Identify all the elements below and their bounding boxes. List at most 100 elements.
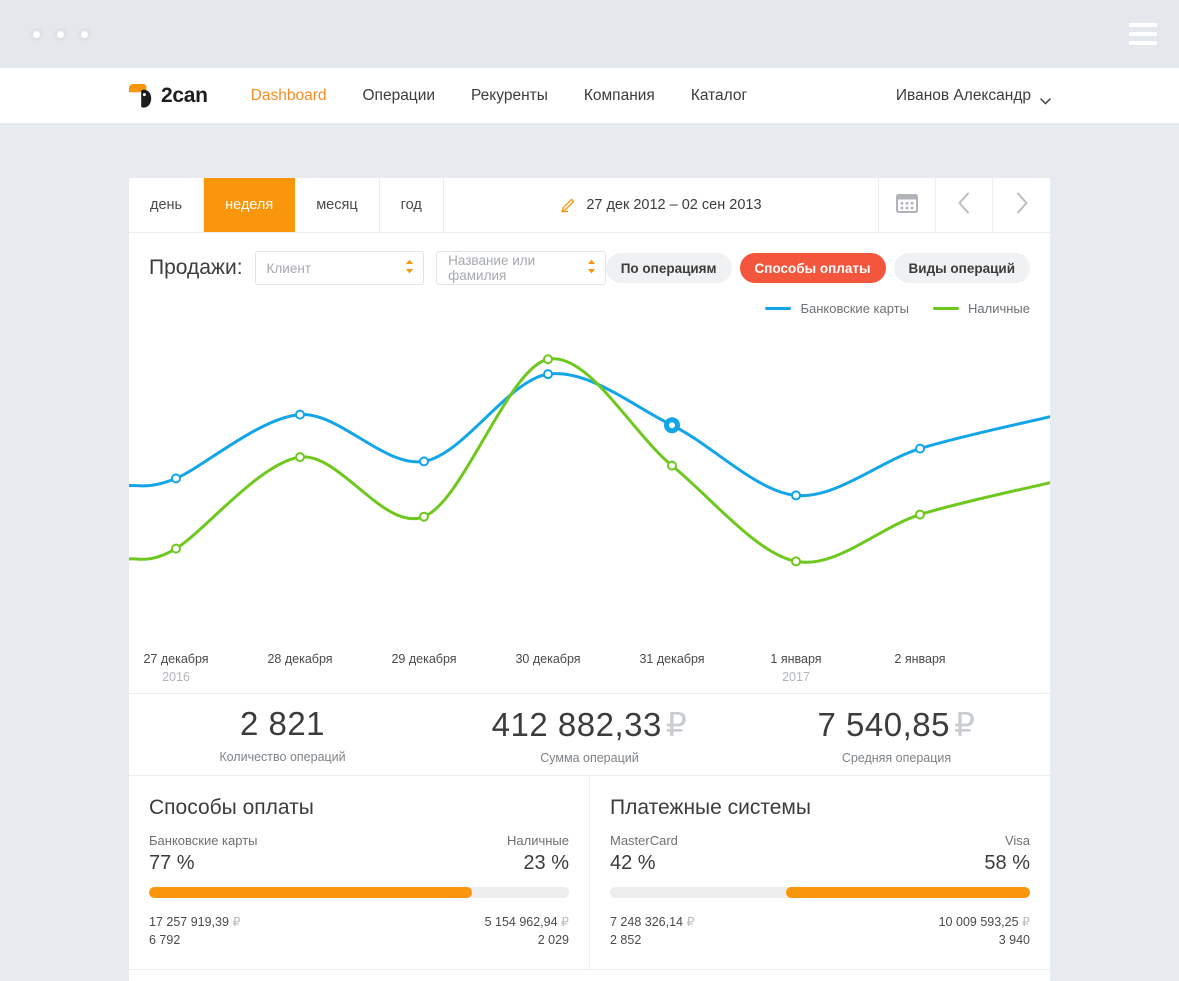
ruble-sign: ₽ — [665, 705, 688, 743]
chart-point[interactable] — [295, 452, 305, 463]
chart-point[interactable] — [171, 543, 181, 554]
stat-value: 412 882,33 ₽ — [491, 705, 688, 743]
chart-point[interactable] — [915, 509, 925, 520]
panel-count-line: 6 792 2 029 — [149, 933, 569, 947]
stat-label: Средняя операция — [841, 750, 952, 765]
stepper-arrows-icon — [587, 259, 596, 277]
chart-point[interactable] — [419, 511, 429, 522]
x-axis-tick: 30 декабря — [515, 652, 580, 666]
panel-right-count: 2 029 — [537, 933, 569, 947]
panel-left-count: 6 792 — [149, 933, 181, 947]
panel-amount-line: 17 257 919,39 ₽ 5 154 962,94 ₽ — [149, 914, 569, 929]
nav-link-recurrents[interactable]: Рекуренты — [471, 87, 548, 105]
nav-link-dashboard[interactable]: Dashboard — [251, 87, 327, 105]
panel-left-caption: MasterCard — [610, 833, 678, 848]
legend-swatch-cash — [933, 307, 959, 310]
sales-line-chart — [129, 316, 1050, 646]
stat-label: Сумма операций — [540, 750, 639, 765]
chart-point[interactable] — [791, 490, 801, 501]
calendar-icon — [896, 192, 918, 218]
chevron-right-icon — [1015, 192, 1029, 219]
summary-stats: 2 821 Количество операций 412 882,33 ₽ Су… — [129, 694, 1050, 776]
panel-right-amount: 10 009 593,25 ₽ — [938, 915, 1030, 929]
hamburger-bar — [1129, 32, 1157, 36]
legend-item-cash[interactable]: Наличные — [933, 301, 1030, 316]
pill-by-operations[interactable]: По операциям — [605, 253, 732, 283]
panel-percents: 42 % 58 % — [610, 848, 1030, 875]
prev-period-button[interactable] — [936, 178, 993, 232]
x-axis-tick-year: 2017 — [782, 670, 810, 684]
next-period-button[interactable] — [993, 178, 1050, 232]
panel-progress-bar — [149, 887, 569, 898]
window-dot-close[interactable] — [30, 28, 43, 41]
window-dot-maximize[interactable] — [78, 28, 91, 41]
chart-point[interactable] — [543, 369, 553, 380]
x-axis-tick-year: 2016 — [162, 670, 190, 684]
app-window: 2can Dashboard Операции Рекуренты Компан… — [0, 0, 1179, 981]
date-range-text: 27 дек 2012 – 02 сен 2013 — [586, 197, 762, 213]
ruble-sign: ₽ — [953, 705, 976, 743]
date-range-picker[interactable]: 27 дек 2012 – 02 сен 2013 — [444, 178, 879, 232]
brand-name: 2can — [161, 83, 208, 107]
chart-x-axis: 27 декабря 2016 28 декабря 29 декабря 30 дек… — [129, 646, 1050, 694]
chart-point[interactable] — [664, 417, 680, 434]
window-dot-minimize[interactable] — [54, 28, 67, 41]
panel-count-line: 2 852 3 940 — [610, 933, 1030, 947]
x-axis-tick-label: 27 декабря — [143, 652, 209, 666]
chart-mode-pills: По операциям Способы оплаты Виды операци… — [605, 253, 1030, 283]
chart-point[interactable] — [667, 460, 677, 471]
nav-link-company[interactable]: Компания — [584, 87, 655, 105]
hamburger-icon[interactable] — [1129, 23, 1157, 45]
stat-operations-count: 2 821 Количество операций — [129, 694, 436, 775]
chart-point[interactable] — [543, 354, 553, 365]
panel-right-percent: 58 % — [984, 852, 1030, 874]
x-axis-tick: 1 января 2017 — [770, 652, 821, 684]
chart-point[interactable] — [295, 409, 305, 420]
period-month[interactable]: месяц — [295, 178, 380, 232]
filters-title: Продажи: — [149, 256, 243, 279]
client-select-value: Клиент — [266, 260, 311, 276]
legend-item-cards[interactable]: Банковские карты — [765, 301, 909, 316]
nav-link-operations[interactable]: Операции — [363, 87, 436, 105]
x-axis-tick: 27 декабря 2016 — [143, 652, 208, 684]
panel-amounts: 7 248 326,14 ₽ 10 009 593,25 ₽ 2 852 3 9… — [610, 914, 1030, 947]
chart-point[interactable] — [419, 456, 429, 467]
pill-payment-methods[interactable]: Способы оплаты — [739, 253, 886, 283]
calendar-button[interactable] — [879, 178, 936, 232]
brand-logo[interactable]: 2can — [128, 83, 208, 109]
top-navbar: 2can Dashboard Операции Рекуренты Компан… — [0, 68, 1179, 123]
x-axis-tick-label: 1 января — [770, 652, 822, 666]
window-controls — [30, 28, 91, 41]
chart-point[interactable] — [915, 443, 925, 454]
chevron-down-icon — [1040, 92, 1051, 105]
chart-point[interactable] — [791, 556, 801, 567]
nav-links: Dashboard Операции Рекуренты Компания Ка… — [251, 87, 748, 105]
chart-point[interactable] — [171, 473, 181, 484]
chevron-left-icon — [957, 192, 971, 219]
user-menu[interactable]: Иванов Александр — [896, 87, 1051, 105]
stat-value: 2 821 — [239, 705, 326, 742]
nav-link-catalog[interactable]: Каталог — [691, 87, 747, 105]
client-select[interactable]: Клиент — [254, 251, 425, 285]
x-axis-tick: 31 декабря — [639, 652, 704, 666]
name-select-value: Название или фамилия — [448, 253, 536, 283]
period-toolbar: день неделя месяц год 27 дек 2012 – 02 с… — [129, 178, 1050, 233]
panel-payment-methods: Способы оплаты Банковские карты Наличные… — [129, 776, 590, 969]
stat-average-operation: 7 540,85 ₽ Средняя операция — [743, 694, 1050, 775]
period-week[interactable]: неделя — [204, 178, 296, 232]
x-axis-tick-label: 2 января — [894, 652, 946, 666]
stat-label: Количество операций — [219, 750, 346, 764]
hamburger-bar — [1129, 23, 1157, 27]
x-axis-tick-label: 28 декабря — [267, 652, 333, 666]
panel-right-count: 3 940 — [998, 933, 1030, 947]
period-day[interactable]: день — [129, 178, 205, 232]
panel-left-amount: 7 248 326,14 ₽ — [610, 915, 695, 929]
panel-left-caption: Банковские карты — [149, 833, 258, 848]
user-name: Иванов Александр — [895, 86, 1031, 104]
period-year[interactable]: год — [380, 178, 444, 232]
panel-title: Платежные системы — [610, 796, 811, 819]
breakdown-panels: Способы оплаты Банковские карты Наличные… — [129, 776, 1050, 969]
pill-operation-types[interactable]: Виды операций — [893, 253, 1030, 283]
panel-left-count: 2 852 — [610, 933, 642, 947]
name-select[interactable]: Название или фамилия — [436, 251, 606, 285]
